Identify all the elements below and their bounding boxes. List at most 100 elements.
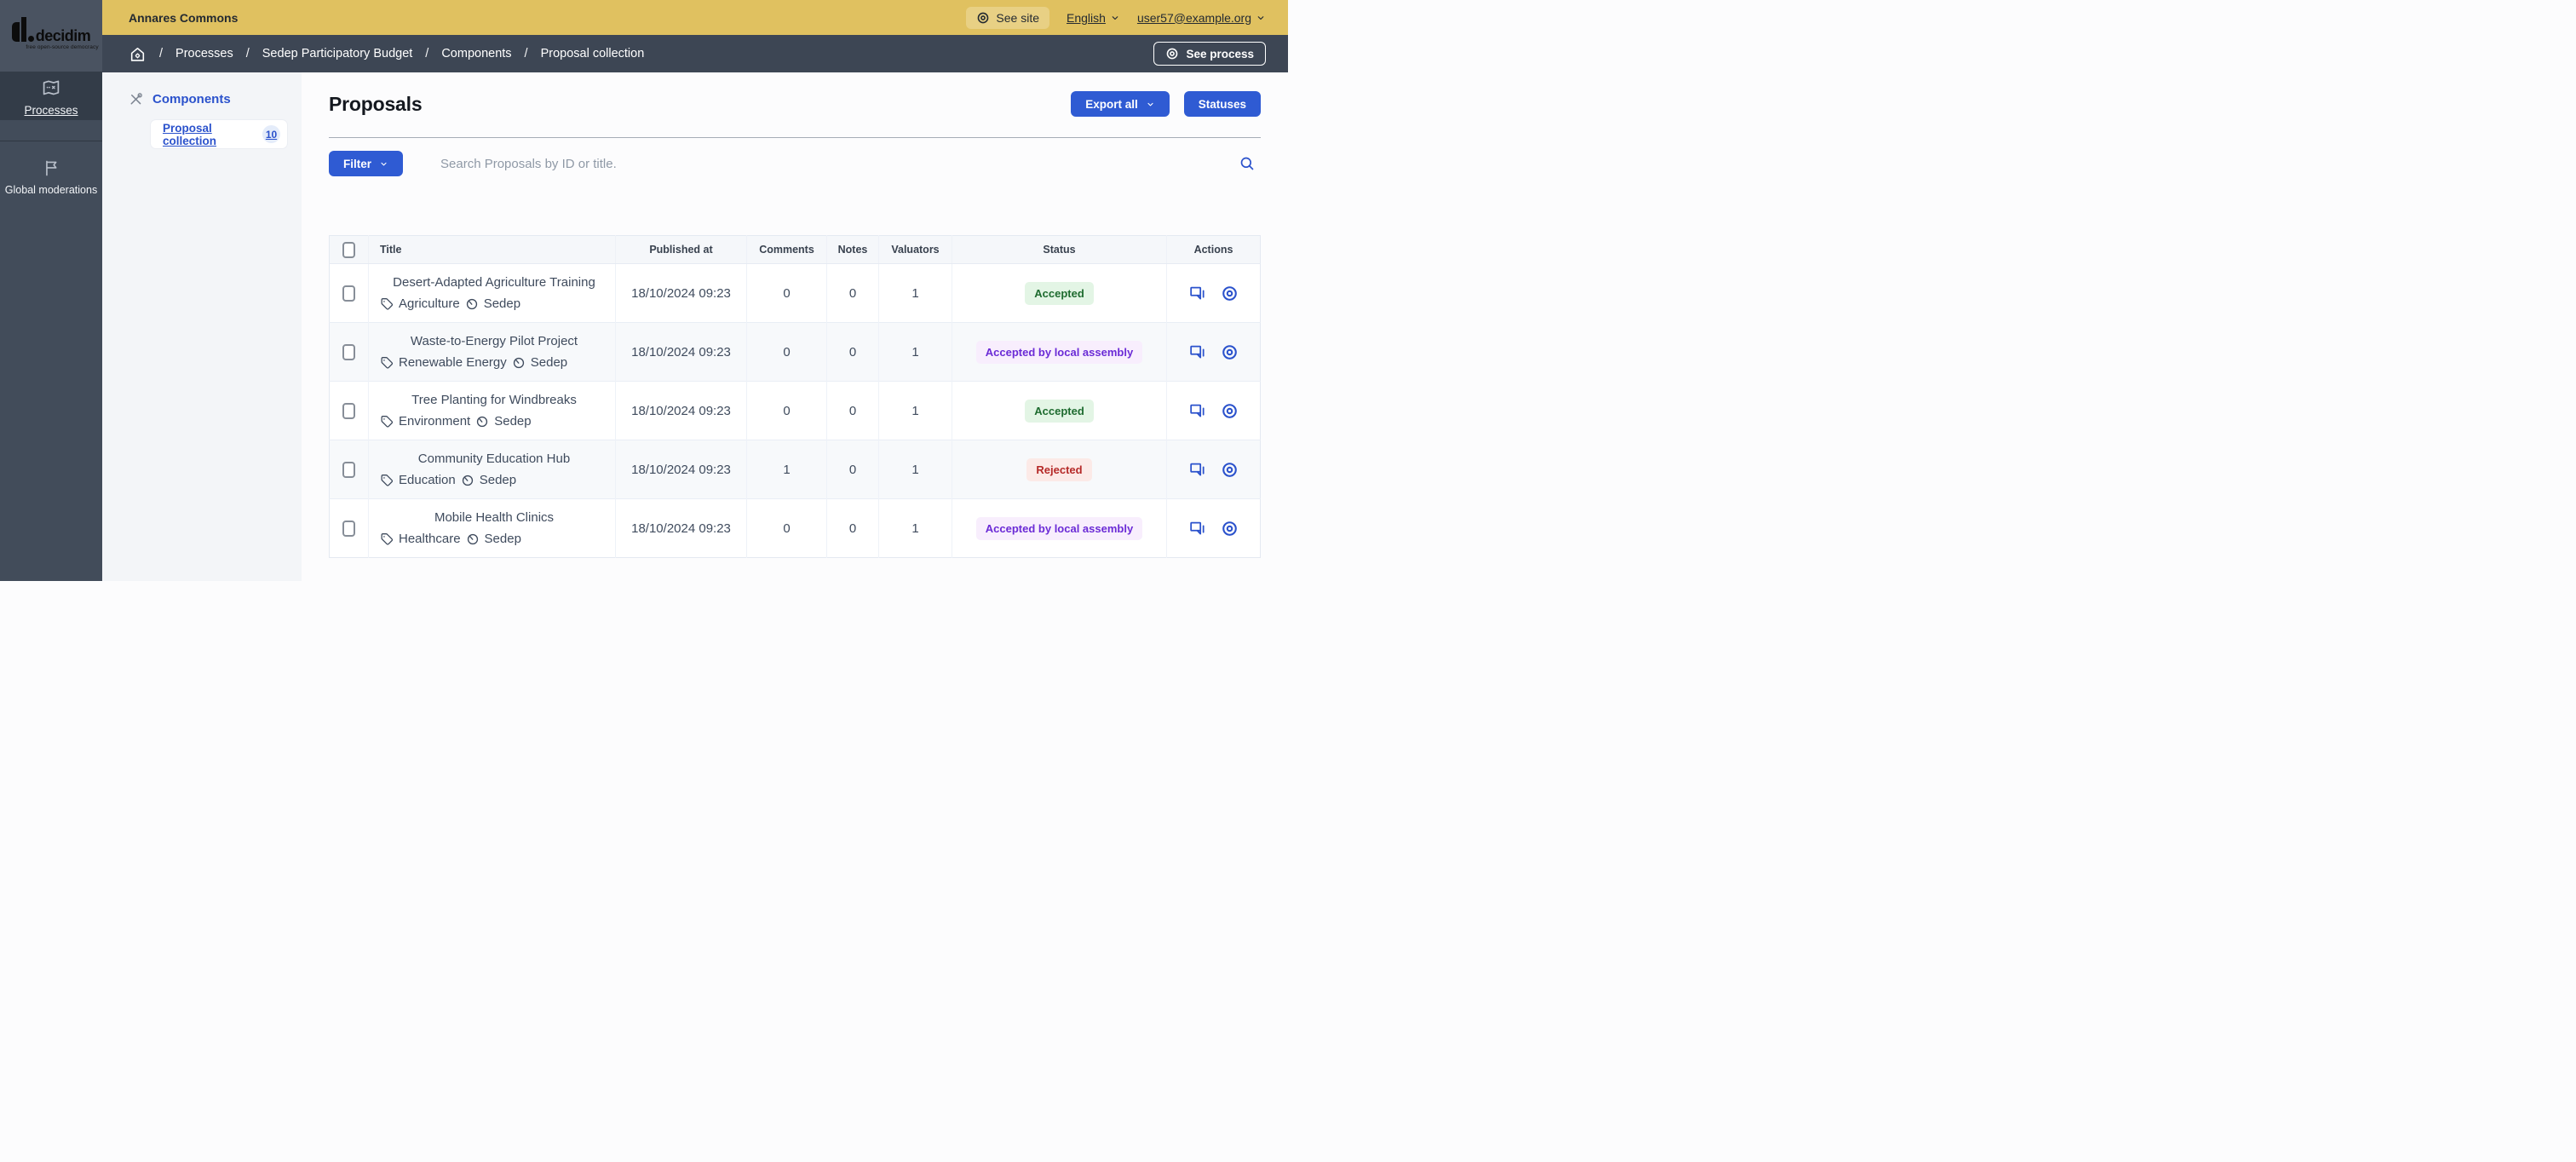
scope-icon	[461, 474, 474, 487]
category-tag-icon	[380, 297, 394, 311]
home-icon	[129, 45, 147, 63]
breadcrumb-home-link[interactable]	[129, 45, 147, 63]
see-site-label: See site	[996, 11, 1039, 25]
title-cell: Tree Planting for Windbreaks Environment…	[369, 382, 616, 440]
valuators-cell: 1	[879, 499, 952, 558]
flag-icon	[42, 158, 61, 178]
table-row: Community Education Hub Education Sedep …	[330, 440, 1261, 499]
language-selector[interactable]: English	[1067, 11, 1120, 25]
proposals-table: Title Published at Comments Notes Valuat…	[329, 235, 1261, 558]
checkbox-cell	[330, 499, 369, 558]
user-menu[interactable]: user57@example.org	[1137, 11, 1266, 25]
show-proposal-button[interactable]	[1221, 461, 1239, 479]
valuators-cell: 1	[879, 323, 952, 382]
row-checkbox[interactable]	[342, 285, 355, 302]
row-checkbox[interactable]	[342, 462, 355, 478]
actions-cell	[1167, 323, 1261, 382]
breadcrumb-item-proposal-collection[interactable]: Proposal collection	[541, 47, 645, 60]
chat-answer-icon	[1188, 520, 1206, 538]
row-checkbox[interactable]	[342, 403, 355, 419]
sidebar-item-global-moderations[interactable]: Global moderations	[0, 158, 102, 196]
table-header: Title Published at Comments Notes Valuat…	[330, 236, 1261, 264]
proposal-tags: Education Sedep	[380, 473, 608, 487]
comments-cell: 0	[747, 323, 827, 382]
decidim-logo[interactable]: decidim free open-source democracy	[0, 0, 102, 72]
export-all-label: Export all	[1085, 98, 1138, 111]
scope-label: Sedep	[480, 473, 516, 487]
breadcrumb: / Processes / Sedep Participatory Budget…	[129, 45, 644, 63]
logo-bar-2	[21, 17, 26, 42]
organization-name[interactable]: Annares Commons	[129, 11, 238, 25]
logo-dot	[28, 36, 34, 42]
breadcrumb-item-processes[interactable]: Processes	[175, 47, 233, 60]
published-at-cell: 18/10/2024 09:23	[616, 264, 747, 323]
breadcrumb-item-process[interactable]: Sedep Participatory Budget	[262, 47, 413, 60]
proposal-title-link[interactable]: Tree Planting for Windbreaks	[380, 393, 608, 407]
status-cell: Accepted	[952, 382, 1167, 440]
checkbox-cell	[330, 323, 369, 382]
proposal-tags: Environment Sedep	[380, 414, 608, 429]
breadcrumb-separator: /	[246, 47, 250, 60]
decidim-logo-mark: decidim	[0, 17, 102, 42]
status-cell: Accepted by local assembly	[952, 323, 1167, 382]
actions-cell	[1167, 440, 1261, 499]
published-at-cell: 18/10/2024 09:23	[616, 499, 747, 558]
filter-row: Filter	[329, 151, 1261, 176]
breadcrumb-separator: /	[159, 47, 163, 60]
notes-cell: 0	[827, 382, 879, 440]
title-cell: Mobile Health Clinics Healthcare Sedep	[369, 499, 616, 558]
answer-proposal-button[interactable]	[1188, 461, 1206, 479]
proposal-title-link[interactable]: Waste-to-Energy Pilot Project	[380, 334, 608, 348]
export-all-button[interactable]: Export all	[1071, 91, 1170, 117]
show-proposal-button[interactable]	[1221, 285, 1239, 302]
subnav-header-label: Components	[152, 92, 231, 106]
comments-cell: 1	[747, 440, 827, 499]
subnav-item-label: Proposal collection	[163, 122, 262, 147]
proposal-title-link[interactable]: Mobile Health Clinics	[380, 510, 608, 525]
chevron-down-icon	[1110, 13, 1120, 23]
chevron-down-icon	[379, 159, 388, 169]
scope-icon	[465, 297, 479, 311]
column-header-valuators: Valuators	[879, 236, 952, 264]
subnav-item-proposal-collection[interactable]: Proposal collection 10	[151, 120, 287, 148]
valuators-cell: 1	[879, 382, 952, 440]
see-site-link[interactable]: See site	[966, 7, 1049, 29]
row-checkbox[interactable]	[342, 344, 355, 360]
answer-proposal-button[interactable]	[1188, 520, 1206, 538]
map-icon	[41, 78, 61, 98]
row-checkbox[interactable]	[342, 521, 355, 537]
subnav-components-link[interactable]: Components	[102, 91, 302, 107]
status-badge: Accepted	[1025, 282, 1094, 305]
sidebar-item-processes[interactable]: Processes	[0, 72, 102, 120]
show-proposal-button[interactable]	[1221, 402, 1239, 420]
admin-sidebar: decidim free open-source democracy Proce…	[0, 0, 102, 581]
status-cell: Rejected	[952, 440, 1167, 499]
answer-proposal-button[interactable]	[1188, 285, 1206, 302]
answer-proposal-button[interactable]	[1188, 343, 1206, 361]
select-all-checkbox[interactable]	[342, 242, 355, 258]
breadcrumb-item-components[interactable]: Components	[441, 47, 511, 60]
title-cell: Waste-to-Energy Pilot Project Renewable …	[369, 323, 616, 382]
answer-proposal-button[interactable]	[1188, 402, 1206, 420]
search-button[interactable]	[1237, 153, 1257, 174]
statuses-label: Statuses	[1199, 98, 1246, 111]
status-cell: Accepted by local assembly	[952, 499, 1167, 558]
proposal-title-link[interactable]: Community Education Hub	[380, 452, 608, 466]
category-label: Agriculture	[399, 296, 460, 311]
show-proposal-button[interactable]	[1221, 520, 1239, 538]
topbar-right-cluster: See site English user57@example.org	[966, 7, 1266, 29]
column-header-title: Title	[369, 236, 616, 264]
content-row: Components Proposal collection 10 Propos…	[102, 72, 1288, 581]
see-process-label: See process	[1186, 48, 1254, 60]
proposal-title-link[interactable]: Desert-Adapted Agriculture Training	[380, 275, 608, 290]
see-process-button[interactable]: See process	[1153, 42, 1266, 66]
filter-button[interactable]: Filter	[329, 151, 403, 176]
statuses-button[interactable]: Statuses	[1184, 91, 1261, 117]
scope-label: Sedep	[531, 355, 567, 370]
show-proposal-button[interactable]	[1221, 343, 1239, 361]
actions-cell	[1167, 499, 1261, 558]
table-row: Waste-to-Energy Pilot Project Renewable …	[330, 323, 1261, 382]
admin-topbar: Annares Commons See site English user57@…	[102, 0, 1288, 35]
chevron-down-icon	[1256, 13, 1266, 23]
search-input[interactable]	[439, 156, 1237, 172]
